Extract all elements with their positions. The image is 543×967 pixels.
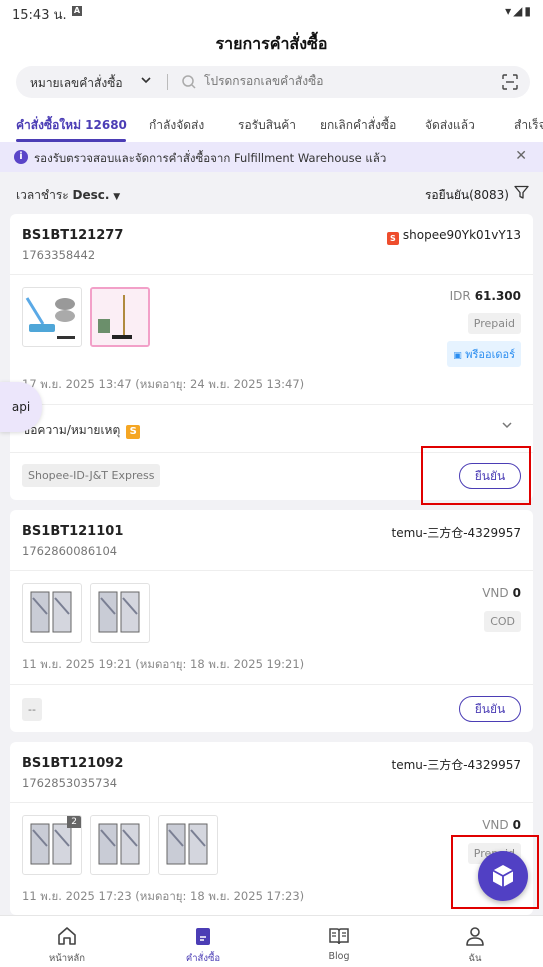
orders-icon: [192, 925, 214, 951]
bottom-navigation: หน้าหลัก คำสั่งซื้อ Blog ฉัน: [0, 915, 543, 967]
payment-tag: Prepaid: [467, 313, 521, 334]
item-count-badge: 2: [67, 816, 81, 828]
home-icon: [56, 925, 78, 951]
caret-down-icon: ▼: [113, 192, 121, 202]
scan-icon[interactable]: [502, 74, 518, 94]
divider: [10, 274, 533, 275]
order-dates: 17 พ.ย. 2025 13:47 (หมดอายุ: 24 พ.ย. 202…: [22, 377, 305, 391]
order-number: BS1BT121277: [22, 228, 124, 243]
filter-icon[interactable]: [514, 185, 529, 204]
currency: VND: [482, 818, 509, 832]
book-icon: [328, 925, 350, 951]
remark-row[interactable]: ข้อความ/หมายเหตุ S: [22, 421, 141, 440]
carrier-tag: Shopee-ID-J&T Express: [22, 464, 161, 487]
divider: [10, 570, 533, 571]
store-name: Sshopee90Yk01vY13: [386, 228, 521, 245]
chevron-down-icon[interactable]: [140, 74, 152, 89]
divider: [10, 684, 533, 685]
tab-new-orders[interactable]: คำสั่งซื้อใหม่ 12680: [16, 116, 127, 135]
order-id: 1762853035734: [22, 776, 118, 790]
status-bar: 15:43 น. A ▾◢▮: [0, 0, 543, 24]
divider: [10, 802, 533, 803]
nav-home[interactable]: หน้าหลัก: [22, 916, 112, 967]
amount-value: 0: [512, 818, 521, 832]
remark-label: ข้อความ/หมายเหตุ: [22, 423, 121, 437]
divider: [10, 404, 533, 405]
search-bar: หมายเลขคำสั่งซื้อ: [16, 66, 530, 98]
app-header: รายการคำสั่งซื้อ: [0, 24, 543, 62]
nav-orders-label: คำสั่งซื้อ: [185, 953, 221, 964]
nav-blog[interactable]: Blog: [294, 916, 384, 967]
nav-me[interactable]: ฉัน: [430, 916, 520, 967]
search-type-select[interactable]: หมายเลขคำสั่งซื้อ: [30, 74, 123, 93]
nav-home-label: หน้าหลัก: [49, 953, 85, 964]
banner-text: รองรับตรวจสอบและจัดการคำสั่งซื้อจาก Fulf…: [34, 151, 387, 165]
order-card[interactable]: BS1BT121101 1762860086104 temu-三方仓-43299…: [10, 510, 533, 732]
carrier-tag: --: [22, 698, 42, 721]
search-divider: [167, 74, 168, 90]
order-id: 1762860086104: [22, 544, 118, 558]
product-thumbnail[interactable]: [22, 583, 82, 643]
preorder-label: พรีออเดอร์: [465, 348, 515, 361]
order-number: BS1BT121101: [22, 524, 124, 539]
product-thumbnail[interactable]: 2: [22, 815, 82, 875]
payment-tag: COD: [484, 611, 521, 632]
sort-order: Desc.: [72, 188, 110, 202]
tab-shipped[interactable]: จัดส่งแล้ว: [425, 116, 475, 135]
nav-blog-label: Blog: [328, 951, 350, 962]
sort-filter-row: เวลาชำระ Desc. ▼ รอยืนยัน(8083): [0, 172, 543, 214]
order-dates: 11 พ.ย. 2025 19:21 (หมดอายุ: 18 พ.ย. 202…: [22, 657, 305, 671]
seller-note-badge: S: [126, 425, 141, 439]
product-thumbnail[interactable]: [158, 815, 218, 875]
status-time: 15:43 น.: [12, 8, 67, 23]
close-icon[interactable]: ✕: [515, 148, 527, 164]
amount-value: 0: [512, 586, 521, 600]
order-number: BS1BT121092: [22, 756, 124, 771]
tab-cancelled[interactable]: ยกเลิกคำสั่งซื้อ: [320, 116, 396, 135]
product-thumbnail[interactable]: [90, 815, 150, 875]
search-input[interactable]: [204, 74, 484, 88]
nav-orders[interactable]: คำสั่งซื้อ: [158, 916, 248, 967]
preorder-tag: ▣ พรีออเดอร์: [447, 341, 521, 367]
order-id: 1763358442: [22, 248, 96, 262]
cube-floating-button[interactable]: [478, 851, 528, 901]
calendar-icon: ▣: [453, 351, 462, 361]
notification-a-icon: A: [72, 6, 82, 16]
store-name: temu-三方仓-4329957: [391, 758, 522, 772]
order-amount: IDR 61.300: [450, 289, 521, 303]
chevron-down-icon[interactable]: [501, 419, 513, 435]
page-title: รายการคำสั่งซื้อ: [215, 34, 328, 53]
user-icon: [464, 925, 486, 951]
amount-value: 61.300: [474, 289, 521, 303]
confirm-button[interactable]: ยืนยัน: [459, 696, 521, 722]
sort-label: เวลาชำระ: [16, 188, 69, 202]
highlight-box: [421, 446, 531, 505]
store-name: temu-三方仓-4329957: [391, 526, 522, 540]
product-thumbnail[interactable]: [90, 287, 150, 347]
tab-completed[interactable]: สำเร็จ: [514, 116, 543, 135]
order-dates: 11 พ.ย. 2025 17:23 (หมดอายุ: 18 พ.ย. 202…: [22, 889, 305, 903]
order-amount: VND 0: [482, 818, 521, 832]
product-thumbnail[interactable]: [22, 287, 82, 347]
store-name-text: shopee90Yk01vY13: [402, 228, 521, 242]
currency: VND: [482, 586, 509, 600]
order-status-tabs: คำสั่งซื้อใหม่ 12680 กำลังจัดส่ง รอรับสิ…: [0, 104, 543, 142]
pending-count[interactable]: รอยืนยัน(8083): [425, 186, 509, 205]
info-banner: i รองรับตรวจสอบและจัดการคำสั่งซื้อจาก Fu…: [0, 142, 543, 172]
product-thumbnail[interactable]: [90, 583, 150, 643]
order-amount: VND 0: [482, 586, 521, 600]
shopee-icon: S: [386, 232, 399, 245]
currency: IDR: [449, 289, 471, 303]
tab-awaiting-receipt[interactable]: รอรับสินค้า: [238, 116, 296, 135]
search-section: หมายเลขคำสั่งซื้อ: [0, 62, 543, 104]
search-icon: [181, 74, 197, 94]
info-icon: i: [14, 150, 28, 164]
cube-icon: [492, 865, 514, 887]
nav-me-label: ฉัน: [468, 953, 482, 964]
sort-dropdown[interactable]: เวลาชำระ Desc. ▼: [16, 186, 120, 205]
tab-shipping[interactable]: กำลังจัดส่ง: [149, 116, 204, 135]
system-status-icons: ▾◢▮: [505, 4, 533, 18]
